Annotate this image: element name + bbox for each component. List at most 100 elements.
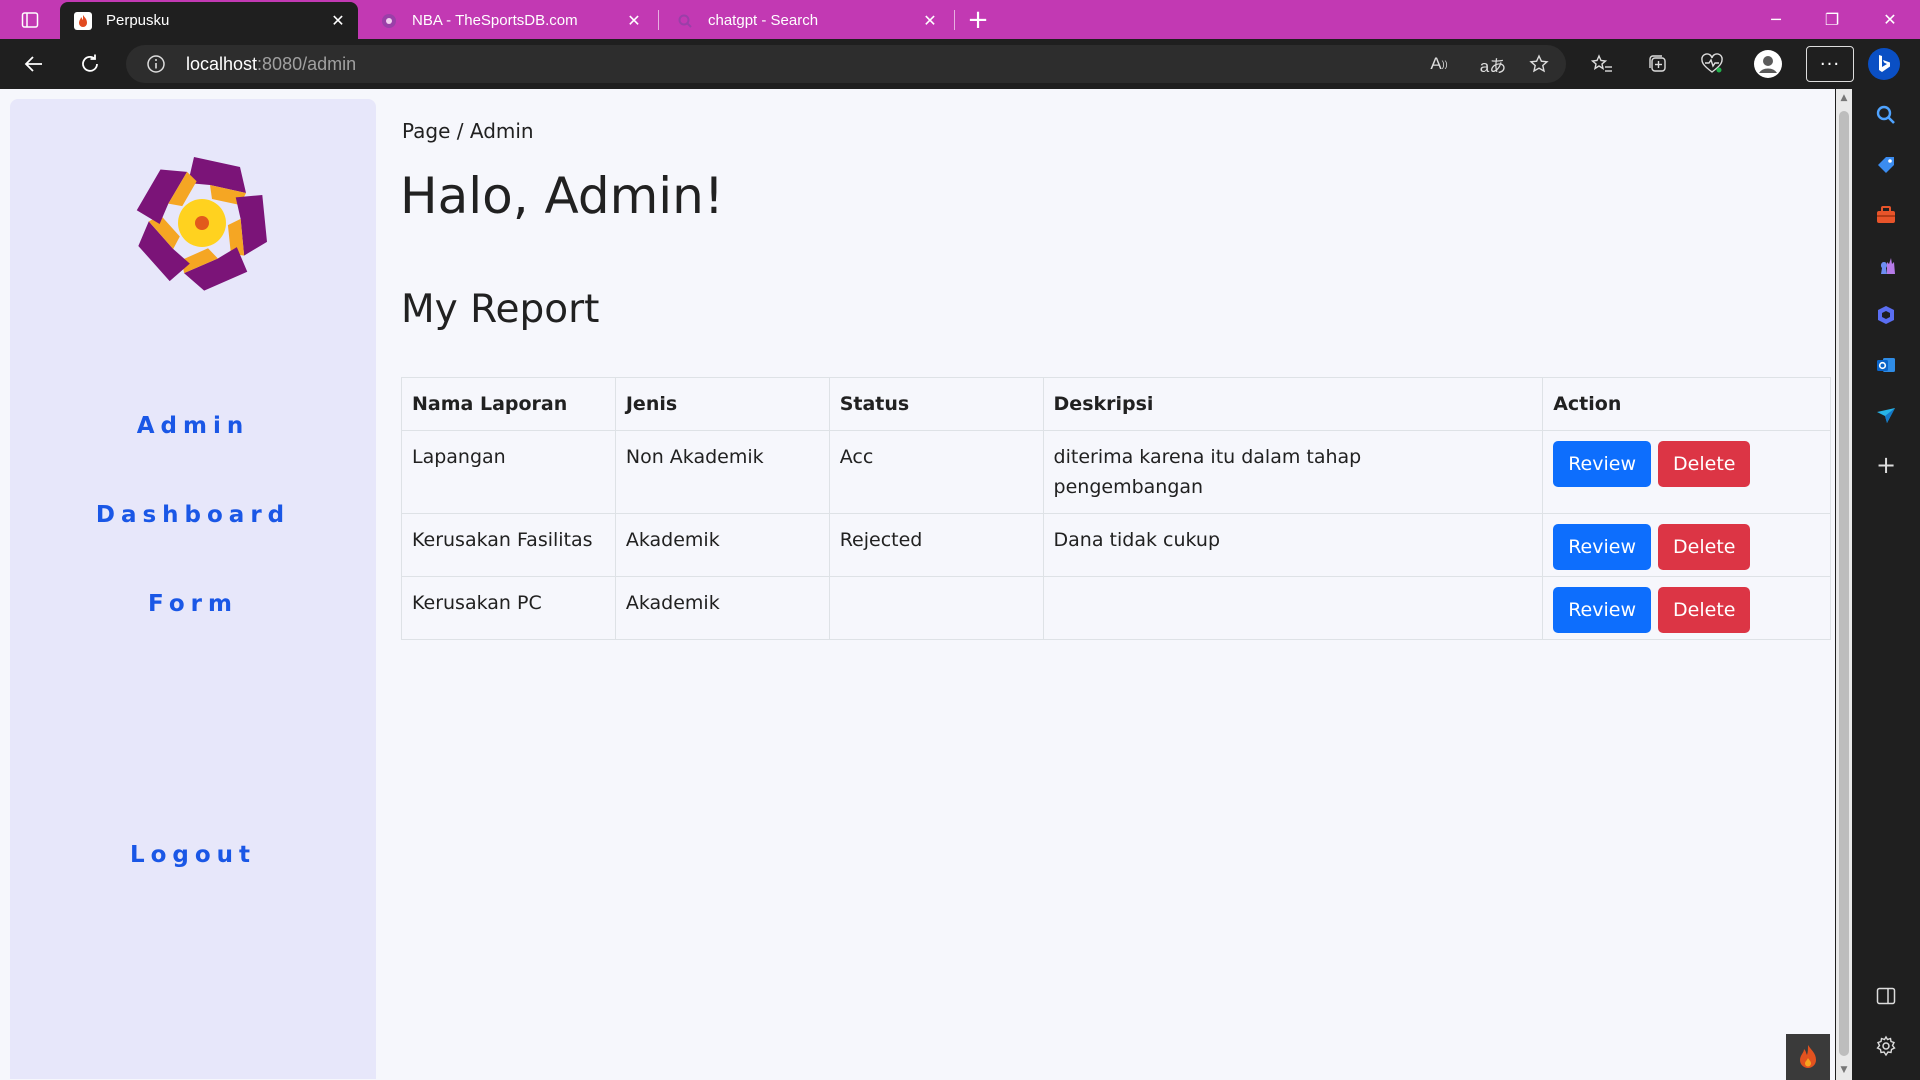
favorite-star-icon[interactable]	[1526, 52, 1552, 76]
favorites-button[interactable]	[1584, 46, 1620, 82]
review-button[interactable]: Review	[1553, 441, 1651, 487]
tab-title: NBA - TheSportsDB.com	[412, 12, 578, 29]
app-sidebar: Admin Dashboard Form Logout	[10, 99, 376, 1079]
tab-close-icon[interactable]: ✕	[324, 7, 352, 35]
table-header-row: Nama Laporan Jenis Status Deskripsi Acti…	[401, 377, 1831, 431]
column-header-action: Action	[1542, 377, 1831, 431]
column-header-status: Status	[828, 377, 1044, 431]
cell-status	[828, 576, 1044, 640]
gear-icon	[1876, 1035, 1896, 1057]
perpusku-logo	[127, 157, 279, 303]
tab-perpusku[interactable]: Perpusku ✕	[60, 2, 358, 39]
chess-pieces-icon	[1879, 258, 1895, 274]
cell-action: Review Delete	[1542, 513, 1831, 577]
close-window-button[interactable]: ✕	[1862, 0, 1918, 39]
cell-jenis: Akademik	[614, 513, 830, 577]
more-dots-icon: ···	[1819, 53, 1841, 75]
sidebar-shopping-button[interactable]	[1870, 149, 1902, 181]
scroll-down-icon[interactable]: ▼	[1839, 1065, 1849, 1075]
settings-more-button[interactable]: ···	[1806, 46, 1854, 82]
tab-close-icon[interactable]: ✕	[620, 7, 648, 35]
cell-action: Review Delete	[1542, 430, 1831, 514]
review-button[interactable]: Review	[1553, 587, 1651, 633]
sidebar-search-button[interactable]	[1870, 99, 1902, 131]
cell-nama: Kerusakan PC	[401, 576, 616, 640]
review-button[interactable]: Review	[1553, 524, 1651, 570]
column-header-nama: Nama Laporan	[401, 377, 616, 431]
translate-label: aあ	[1479, 56, 1507, 76]
tab-separator	[954, 10, 955, 30]
page-title: Halo, Admin!	[400, 167, 724, 225]
cell-status: Rejected	[828, 513, 1044, 577]
sidebar-m365-button[interactable]	[1870, 299, 1902, 331]
cell-nama: Lapangan	[401, 430, 616, 514]
translate-icon[interactable]: aあ	[1476, 52, 1510, 76]
plus-icon: +	[967, 5, 989, 35]
search-favicon-icon	[676, 12, 694, 30]
tab-actions-icon	[21, 12, 39, 28]
shopping-tag-icon	[1878, 157, 1894, 173]
delete-button[interactable]: Delete	[1658, 524, 1751, 570]
collections-icon	[1649, 55, 1666, 72]
tab-separator	[658, 10, 659, 30]
back-arrow-icon	[24, 56, 42, 72]
cell-nama: Kerusakan Fasilitas	[401, 513, 616, 577]
scroll-up-icon[interactable]: ▲	[1839, 93, 1849, 103]
fire-icon	[1800, 1045, 1816, 1068]
sidebar-add-button[interactable]: +	[1870, 449, 1902, 481]
nav-dashboard[interactable]: Dashboard	[10, 502, 376, 528]
web-page: Admin Dashboard Form Logout Page / Admin…	[0, 89, 1835, 1080]
nav-admin[interactable]: Admin	[10, 413, 376, 439]
back-button[interactable]	[16, 46, 52, 82]
cell-deskripsi: diterima karena itu dalam tahap pengemba…	[1042, 430, 1544, 514]
site-info-icon[interactable]	[146, 54, 166, 74]
fire-favicon-icon	[74, 11, 92, 30]
refresh-icon	[82, 54, 98, 72]
new-tab-button[interactable]: +	[962, 5, 994, 35]
delete-button[interactable]: Delete	[1658, 441, 1751, 487]
sidebar-tools-button[interactable]	[1870, 199, 1902, 231]
drop-send-icon	[1877, 408, 1895, 423]
cell-deskripsi: Dana tidak cukup	[1042, 513, 1544, 577]
delete-button[interactable]: Delete	[1658, 587, 1751, 633]
copilot-button[interactable]	[1866, 46, 1902, 82]
nav-form[interactable]: Form	[10, 591, 376, 617]
url-host: localhost	[186, 54, 258, 74]
sportsdb-favicon-icon	[380, 12, 398, 30]
cell-deskripsi	[1042, 576, 1544, 640]
outlook-icon	[1877, 358, 1895, 372]
tab-close-icon[interactable]: ✕	[916, 7, 944, 35]
column-header-deskripsi: Deskripsi	[1042, 377, 1544, 431]
address-bar[interactable]: localhost:8080/admin A)) aあ	[126, 45, 1566, 83]
logout-link[interactable]: Logout	[10, 842, 376, 868]
sidebar-outlook-button[interactable]	[1870, 349, 1902, 381]
tab-actions-button[interactable]	[14, 7, 46, 33]
browser-essentials-button[interactable]	[1694, 46, 1730, 82]
tab-chatgpt-search[interactable]: chatgpt - Search ✕	[662, 2, 950, 39]
tab-nba-sportsdb[interactable]: NBA - TheSportsDB.com ✕	[366, 2, 654, 39]
table-row: Lapangan Non Akademik Acc diterima karen…	[401, 430, 1831, 514]
floating-app-button[interactable]	[1786, 1034, 1830, 1080]
read-aloud-icon[interactable]: A))	[1426, 52, 1452, 76]
collections-button[interactable]	[1640, 46, 1676, 82]
column-header-jenis: Jenis	[614, 377, 830, 431]
avatar-icon	[1754, 50, 1782, 78]
sidebar-hide-button[interactable]	[1870, 980, 1902, 1012]
favorites-list-icon	[1591, 54, 1612, 72]
restore-icon: ❐	[1824, 10, 1840, 29]
url-text[interactable]: localhost:8080/admin	[186, 54, 356, 75]
browser-titlebar: Perpusku ✕ NBA - TheSportsDB.com ✕ chatg…	[0, 0, 1920, 39]
sidebar-send-button[interactable]	[1870, 399, 1902, 431]
tab-title: chatgpt - Search	[708, 12, 819, 29]
sidebar-settings-button[interactable]	[1870, 1030, 1902, 1062]
page-scrollbar[interactable]: ▲ ▼	[1836, 89, 1852, 1080]
refresh-button[interactable]	[72, 46, 108, 82]
profile-button[interactable]	[1750, 46, 1786, 82]
table-row: Kerusakan Fasilitas Akademik Rejected Da…	[401, 513, 1831, 577]
sidebar-games-button[interactable]	[1870, 249, 1902, 281]
browser-toolbar: localhost:8080/admin A)) aあ ···	[0, 39, 1920, 89]
restore-button[interactable]: ❐	[1804, 0, 1860, 39]
minimize-button[interactable]: ─	[1748, 0, 1804, 39]
panel-toggle-icon	[1876, 987, 1896, 1005]
scrollbar-thumb[interactable]	[1839, 111, 1849, 1056]
